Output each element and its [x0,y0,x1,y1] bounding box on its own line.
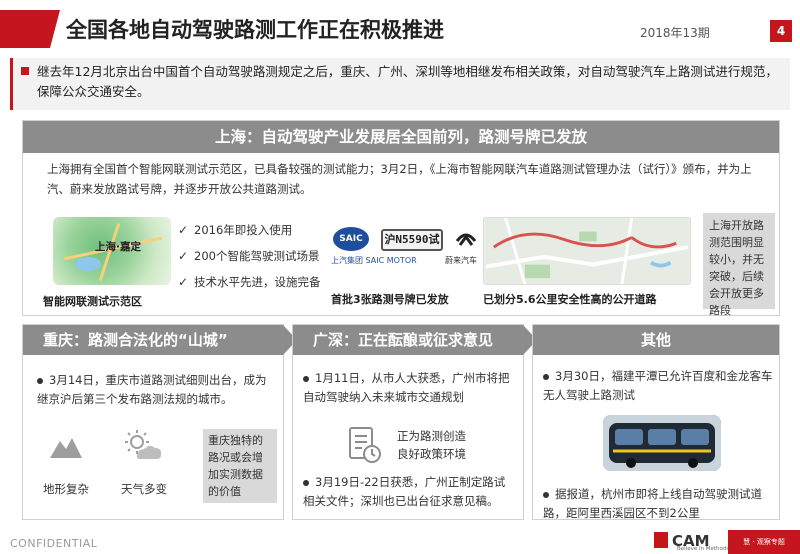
intro-box: 继去年12月北京出台中国首个自动驾驶路测规定之后，重庆、广州、深圳等地相继发布相… [10,58,790,110]
test-zone-caption: 智能网联测试示范区 [43,295,142,308]
chongqing-bullet-text: 3月14日，重庆市道路测试细则出台，成为继京沪后第三个发布路测法规的城市。 [37,373,267,406]
chongqing-header: 重庆：路测合法化的“山城” [23,325,297,355]
shanghai-note: 上海开放路测范围明显较小，并无突破，后续会开放更多路段 [703,213,775,317]
guangshen-bullet-2-text: 3月19日-22日获悉，广州正制定路试相关文件；深圳也已出台征求意见稿。 [303,475,506,508]
saic-logo-text: 上汽集团 SAIC MOTOR [331,256,417,265]
cam-logo-icon [654,532,668,548]
footer-badge: 慧 · 观察专题 [728,530,800,554]
test-zone-location-label: 上海·嘉定 [95,241,141,253]
cam-logo-subtitle: Believe in Methods [677,546,730,552]
title-accent [0,10,60,48]
checkmark-icon: ✓ [178,275,189,289]
checkmark-icon: ✓ [178,223,189,237]
feature-item: ✓ 2016年即投入使用 [178,217,348,243]
guangshen-bullet-1-text: 1月11日，从市人大获悉，广州市将把自动驾驶纳入未来城市交通规划 [303,371,510,404]
license-plates-image: SAIC 上汽集团 SAIC MOTOR 沪N5590试 蔚来汽车 [331,227,493,277]
document-policy-icon [349,427,381,463]
feature-text: 2016年即投入使用 [194,223,293,237]
feature-text: 技术水平先进，设施完备 [194,275,321,289]
page-title: 全国各地自动驾驶路测工作正在积极推进 [66,18,444,42]
shanghai-description: 上海拥有全国首个智能网联测试示范区，已具备较强的测试能力；3月2日，《上海市智能… [47,162,752,196]
guangshen-panel: 广深：正在酝酿或征求意见 1月11日，从市人大获悉，广州市将把自动驾驶纳入未来城… [292,324,537,520]
others-bullet-2: 据报道，杭州市即将上线自动驾驶测试道路，距阿里西溪园区不到2公里 [543,485,773,523]
bullet-icon [303,375,309,382]
confidential-label: CONFIDENTIAL [10,537,98,550]
title-bar: 全国各地自动驾驶路测工作正在积极推进 2018年13期 4 [0,0,800,56]
chongqing-note: 重庆独特的路况或会增加实测数据的价值 [203,429,277,503]
others-panel: 其他 3月30日，福建平潭已允许百度和金龙客车无人驾驶上路测试 据报道，杭州市即… [532,324,780,520]
report-date: 2018年13期 [640,26,710,40]
guangshen-header-text: 广深：正在酝酿或征求意见 [313,331,494,349]
bullet-icon [543,373,549,380]
chongqing-bullet: 3月14日，重庆市道路测试细则出台，成为继京沪后第三个发布路测法规的城市。 [37,371,275,409]
feature-text: 200个智能驾驶测试场景 [194,249,320,263]
checkmark-icon: ✓ [178,249,189,263]
others-bullet-1: 3月30日，福建平潭已允许百度和金龙客车无人驾驶上路测试 [543,367,773,405]
square-bullet-icon [21,67,29,75]
feature-item: ✓ 200个智能驾驶测试场景 [178,243,348,269]
chongqing-header-text: 重庆：路测合法化的“山城” [43,331,228,349]
others-header: 其他 [533,325,779,355]
saic-logo: SAIC [333,227,369,251]
chongqing-panel: 重庆：路测合法化的“山城” 3月14日，重庆市道路测试细则出台，成为继京沪后第三… [22,324,297,520]
shanghai-panel: 上海：自动驾驶产业发展居全国前列，路测号牌已发放 上海拥有全国首个智能网联测试示… [22,120,780,317]
others-bullet-1-text: 3月30日，福建平潭已允许百度和金龙客车无人驾驶上路测试 [543,369,773,402]
others-bullet-2-text: 据报道，杭州市即将上线自动驾驶测试道路，距阿里西溪园区不到2公里 [543,487,762,520]
shanghai-header: 上海：自动驾驶产业发展居全国前列，路测号牌已发放 [23,121,779,153]
license-plate: 沪N5590试 [381,229,443,251]
feature-item: ✓ 技术水平先进，设施完备 [178,269,348,295]
bullet-icon [303,479,309,486]
weather-icon [125,430,162,459]
route-caption: 已划分5.6公里安全性高的公开道路 [483,293,657,306]
intro-text: 继去年12月北京出台中国首个自动驾驶路测规定之后，重庆、广州、深圳等地相继发布相… [37,64,778,99]
mountain-icon [50,438,82,458]
nio-logo-text: 蔚来汽车 [445,256,477,265]
guangshen-bullet-2: 3月19日-22日获悉，广州正制定路试相关文件；深圳也已出台征求意见稿。 [303,473,515,511]
page-number: 4 [770,20,792,42]
plates-caption: 首批3张路测号牌已发放 [331,293,449,306]
slide: 全国各地自动驾驶路测工作正在积极推进 2018年13期 4 继去年12月北京出台… [0,0,800,554]
map-lake [75,257,101,271]
bullet-icon [37,377,43,384]
bullet-icon [543,491,549,498]
test-route-map-image [483,217,691,285]
terrain-label: 地形复杂 [43,482,89,496]
weather-label: 天气多变 [121,482,167,496]
autonomous-bus-image [603,415,721,471]
test-zone-features: ✓ 2016年即投入使用 ✓ 200个智能驾驶测试场景 ✓ 技术水平先进，设施完… [178,217,348,295]
policy-label: 正为路测创造良好政策环境 [397,429,466,461]
guangshen-bullet-1: 1月11日，从市人大获悉，广州市将把自动驾驶纳入未来城市交通规划 [303,369,515,407]
nio-logo [455,233,477,246]
guangshen-header: 广深：正在酝酿或征求意见 [293,325,537,355]
